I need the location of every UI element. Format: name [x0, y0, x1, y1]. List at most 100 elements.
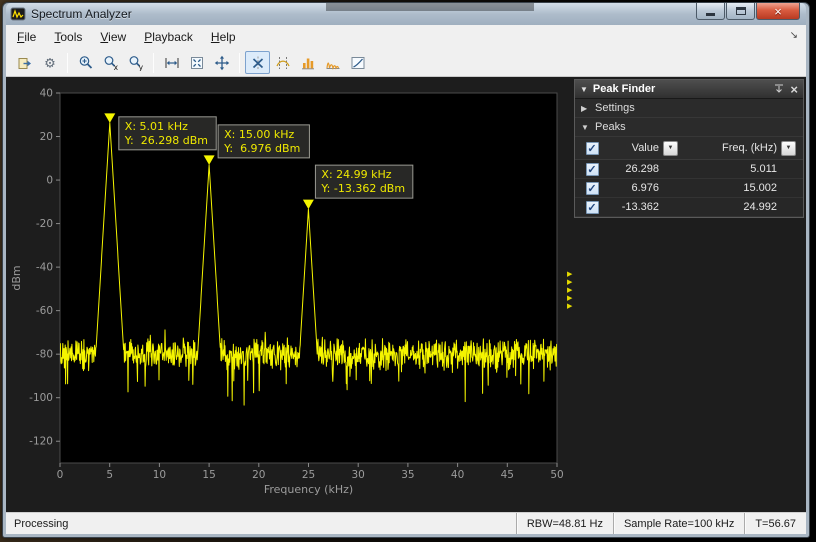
y-tick-label: 0: [46, 175, 53, 187]
distortion-measurements-icon[interactable]: [320, 51, 345, 74]
maximize-icon: [736, 7, 746, 15]
column-header-value: Value: [605, 142, 663, 154]
expand-arrow-icon[interactable]: ▶: [567, 271, 572, 279]
x-tick-label: 20: [252, 469, 265, 481]
y-axis-label: dBm: [10, 265, 23, 290]
peak-annotation: X: 24.99 kHzY: -13.362 dBm: [315, 165, 412, 198]
peak-table-row[interactable]: ✓ 6.976 15.002: [575, 179, 803, 198]
svg-text:Y: 6.976 dBm: Y: 6.976 dBm: [223, 142, 300, 155]
svg-text:Y: -13.362 dBm: Y: -13.362 dBm: [320, 182, 405, 195]
panel-expand-arrows[interactable]: ▶▶▶▶▶: [567, 271, 572, 311]
peak-finder-title: Peak Finder: [593, 83, 655, 95]
svg-text:x: x: [113, 63, 118, 71]
x-tick-label: 35: [401, 469, 414, 481]
menu-file[interactable]: File: [8, 25, 45, 49]
settings-section-toggle[interactable]: ▶ Settings: [575, 99, 803, 118]
status-segment-0: RBW=48.81 Hz: [516, 513, 613, 534]
peak-checkbox[interactable]: ✓: [586, 163, 599, 176]
window-controls: ×: [695, 3, 800, 20]
freq-filter-dropdown[interactable]: ▼: [781, 141, 796, 156]
peak-finder-icon[interactable]: [245, 51, 270, 74]
dock-pin-icon[interactable]: [774, 84, 784, 94]
value-filter-dropdown[interactable]: ▼: [663, 141, 678, 156]
peak-finder-header[interactable]: ▼ Peak Finder ×: [575, 80, 803, 99]
span-x-icon[interactable]: [159, 51, 184, 74]
peak-checkbox[interactable]: ✓: [586, 182, 599, 195]
peaks-table-header: ✓ Value ▼ Freq. (kHz) ▼: [575, 137, 803, 160]
menu-help[interactable]: Help: [202, 25, 245, 49]
full-view-icon[interactable]: [184, 51, 209, 74]
toolbar-separator: [67, 53, 68, 73]
peak-value-cell: 6.976: [605, 182, 663, 194]
settings-gear-icon[interactable]: ⚙: [37, 51, 62, 74]
x-tick-label: 50: [550, 469, 563, 481]
cursor-measurements-icon[interactable]: [270, 51, 295, 74]
status-segment-2: T=56.67: [744, 513, 806, 534]
y-tick-label: -40: [36, 262, 53, 274]
panel-collapse-icon[interactable]: ▼: [580, 85, 588, 94]
peak-freq-cell: 15.002: [693, 182, 781, 194]
x-tick-label: 15: [202, 469, 215, 481]
expand-arrow-icon[interactable]: ▶: [567, 303, 572, 311]
export-icon[interactable]: [12, 51, 37, 74]
minimize-icon: [706, 13, 715, 16]
x-axis-label: Frequency (kHz): [264, 483, 353, 496]
panel-close-icon[interactable]: ×: [790, 84, 798, 95]
maximize-button[interactable]: [726, 3, 755, 20]
menu-view[interactable]: View: [91, 25, 135, 49]
peak-freq-cell: 24.992: [693, 201, 781, 213]
peak-table-row[interactable]: ✓26.2985.011: [575, 160, 803, 179]
x-tick-label: 0: [57, 469, 64, 481]
peak-annotation: X: 5.01 kHzY: 26.298 dBm: [119, 117, 216, 150]
close-icon: ×: [774, 5, 782, 18]
status-segment-1: Sample Rate=100 kHz: [613, 513, 744, 534]
svg-text:X: 24.99 kHz: X: 24.99 kHz: [321, 168, 391, 181]
window-title: Spectrum Analyzer: [31, 7, 132, 21]
expand-arrow-icon[interactable]: ▶: [567, 295, 572, 303]
close-button[interactable]: ×: [756, 3, 800, 20]
y-tick-label: -120: [29, 436, 53, 448]
peak-checkbox[interactable]: ✓: [586, 201, 599, 214]
peaks-section-toggle[interactable]: ▼ Peaks: [575, 118, 803, 137]
svg-text:⚙: ⚙: [44, 56, 56, 71]
ccdf-measurements-icon[interactable]: [345, 51, 370, 74]
settings-label: Settings: [595, 102, 635, 114]
pan-icon[interactable]: [209, 51, 234, 74]
y-tick-label: 20: [40, 131, 53, 143]
zoom-y-icon[interactable]: y: [123, 51, 148, 74]
status-bar: Processing RBW=48.81 HzSample Rate=100 k…: [6, 512, 806, 534]
minimize-button[interactable]: [696, 3, 725, 20]
peaks-table-body: ✓26.2985.011✓6.97615.002✓-13.36224.992: [575, 160, 803, 217]
expand-arrow-icon[interactable]: ▶: [567, 279, 572, 287]
y-tick-label: -20: [36, 218, 53, 230]
x-tick-label: 5: [106, 469, 113, 481]
spectrum-analyzer-window: Spectrum Analyzer × FileToolsViewPlaybac…: [2, 2, 810, 538]
svg-text:X: 5.01 kHz: X: 5.01 kHz: [125, 120, 188, 133]
expander-down-icon: ▼: [581, 123, 589, 132]
peak-freq-cell: 5.011: [693, 163, 781, 175]
menu-dock-arrow-icon[interactable]: ↘: [790, 30, 798, 41]
peak-table-row[interactable]: ✓-13.36224.992: [575, 198, 803, 217]
peak-annotation: X: 15.00 kHzY: 6.976 dBm: [218, 125, 309, 158]
zoom-x-icon[interactable]: x: [98, 51, 123, 74]
column-header-freq: Freq. (kHz): [693, 142, 781, 154]
signal-statistics-icon[interactable]: [295, 51, 320, 74]
app-icon: [10, 6, 26, 22]
toolbar-separator: [153, 53, 154, 73]
y-tick-label: -100: [29, 392, 53, 404]
svg-text:Y: 26.298 dBm: Y: 26.298 dBm: [124, 134, 208, 147]
svg-text:X: 15.00 kHz: X: 15.00 kHz: [224, 128, 294, 141]
x-tick-label: 30: [352, 469, 365, 481]
x-tick-label: 45: [501, 469, 514, 481]
svg-text:y: y: [138, 63, 143, 71]
titlebar[interactable]: Spectrum Analyzer ×: [6, 3, 806, 25]
menu-tools[interactable]: Tools: [45, 25, 91, 49]
main-area: 40200-20-40-60-80-100-120051015202530354…: [6, 77, 806, 512]
menu-playback[interactable]: Playback: [135, 25, 202, 49]
spectrum-plot[interactable]: 40200-20-40-60-80-100-120051015202530354…: [8, 77, 566, 511]
expand-arrow-icon[interactable]: ▶: [567, 287, 572, 295]
menubar: FileToolsViewPlaybackHelp ↘: [6, 25, 806, 49]
select-all-checkbox[interactable]: ✓: [586, 142, 599, 155]
zoom-in-icon[interactable]: [73, 51, 98, 74]
status-message: Processing: [6, 513, 68, 534]
